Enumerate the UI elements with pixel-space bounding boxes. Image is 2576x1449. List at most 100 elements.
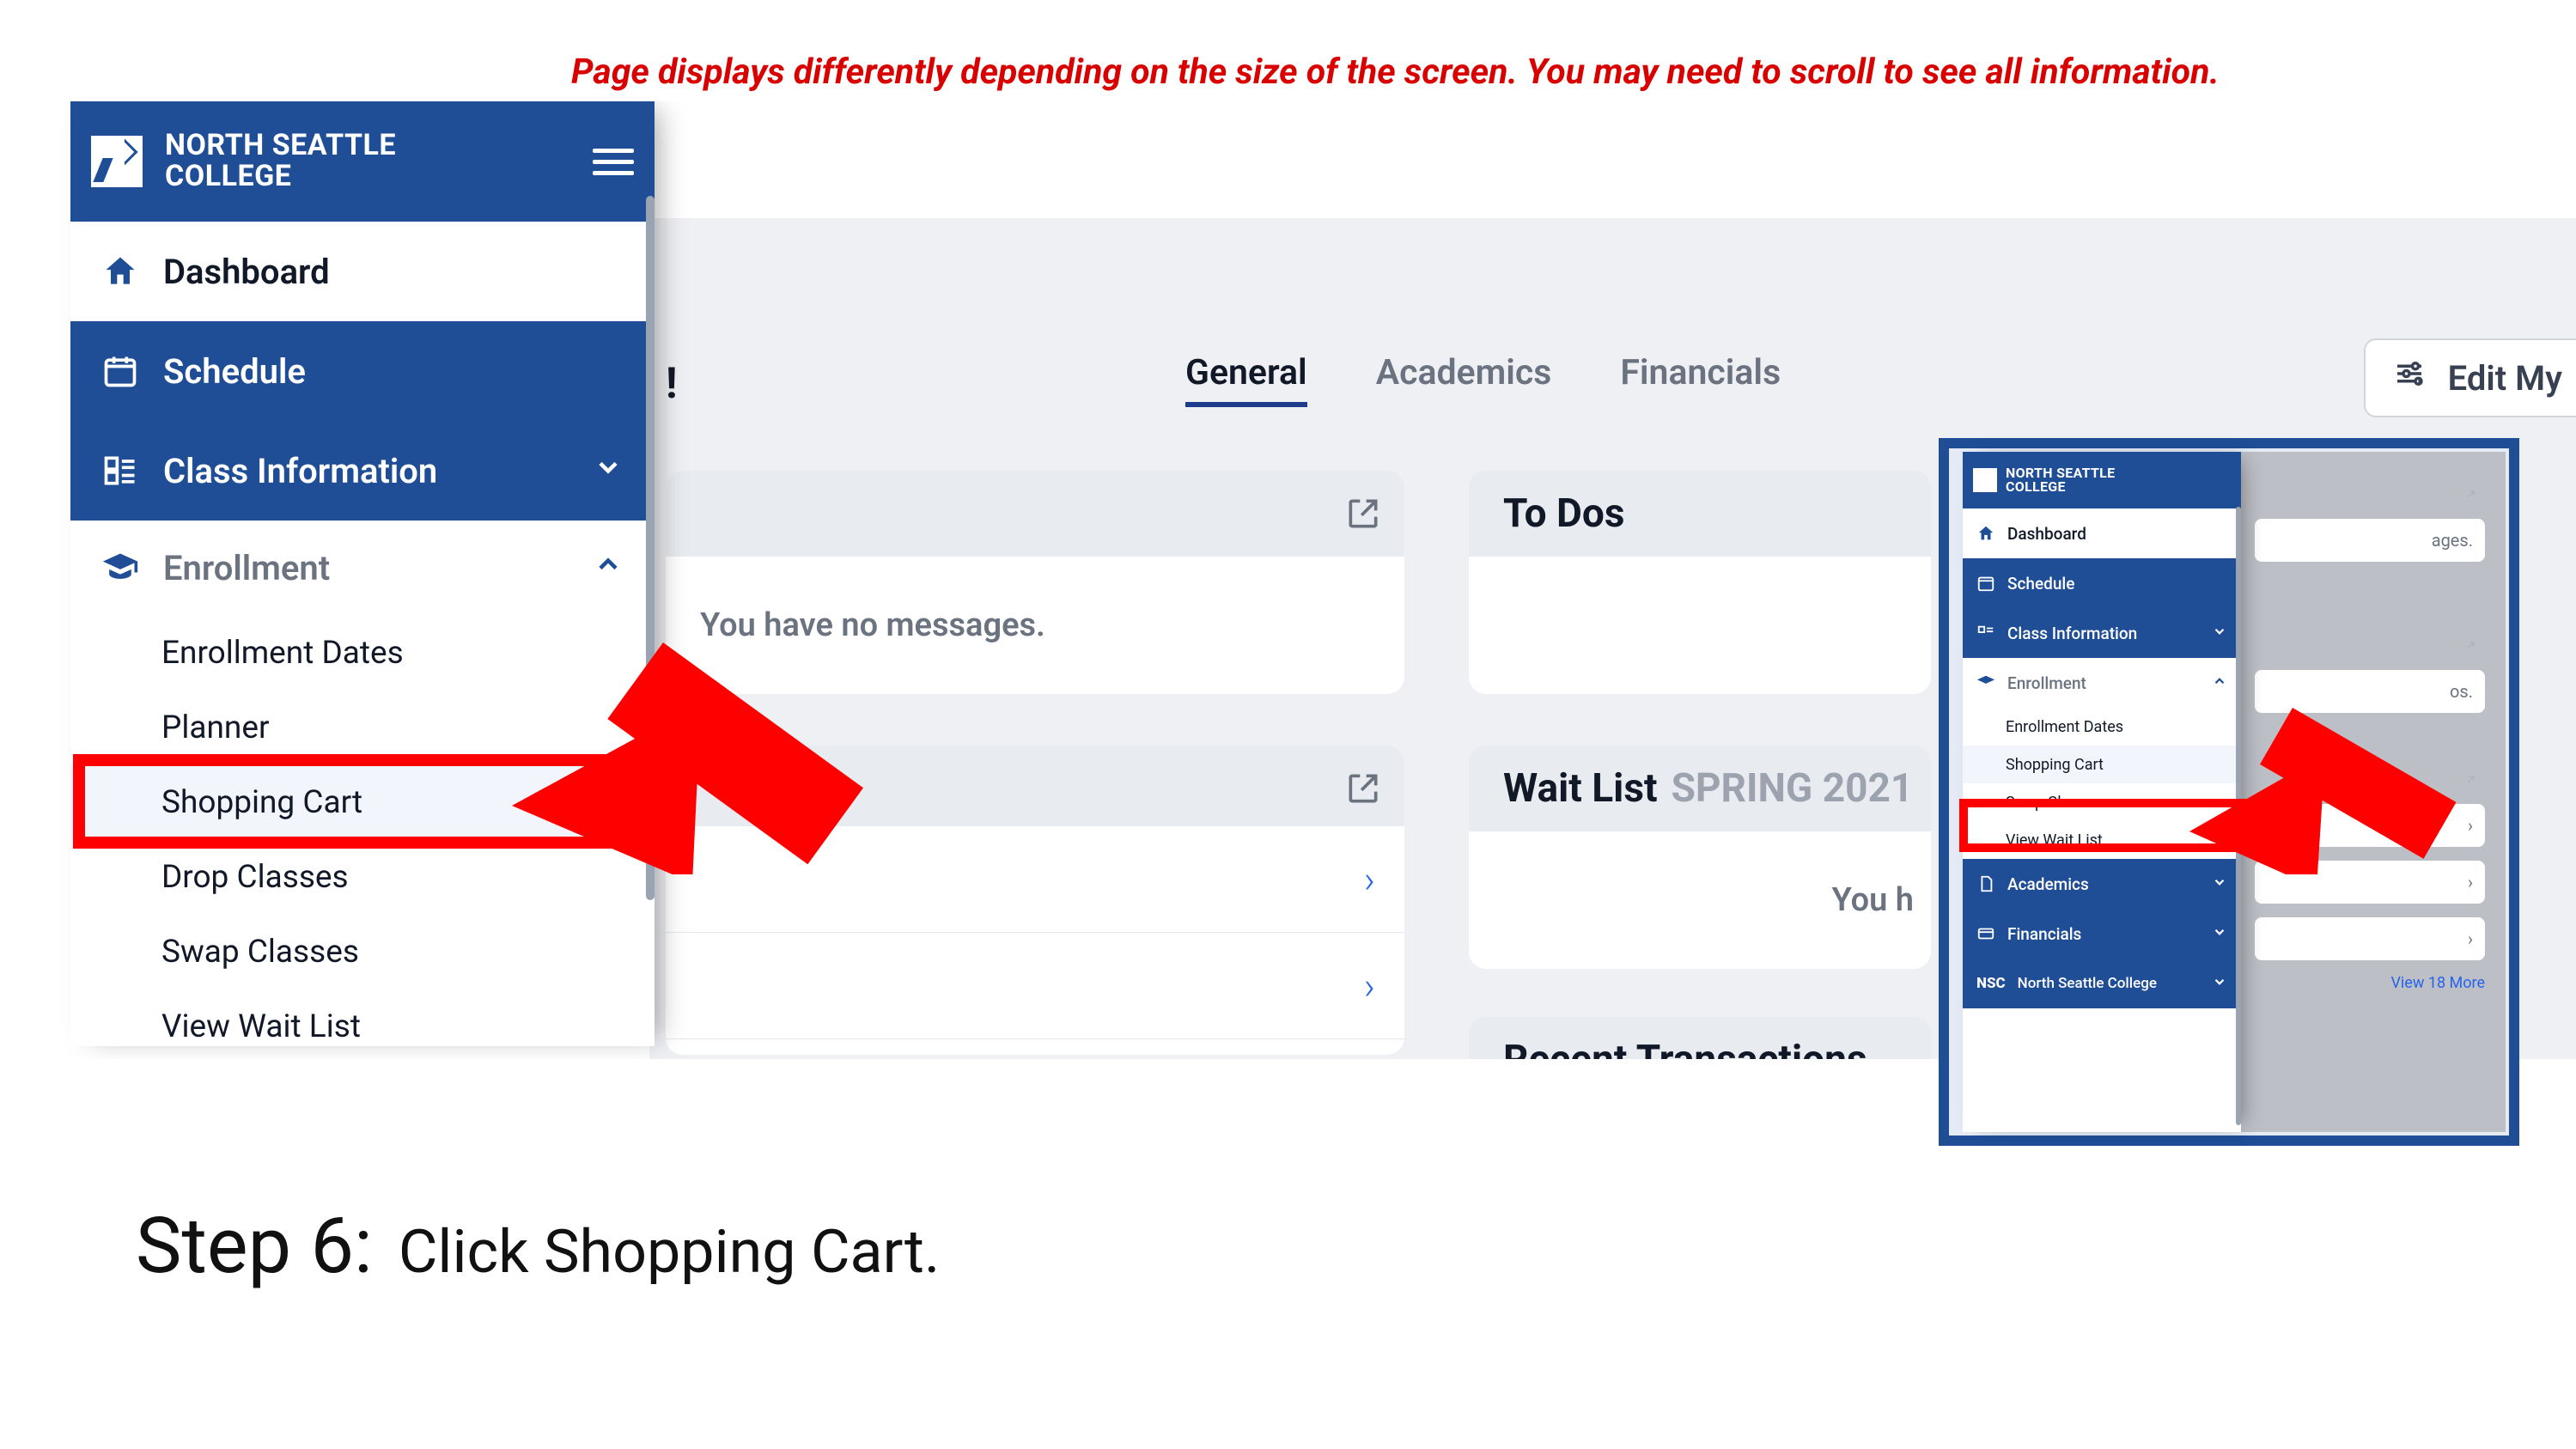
- brand-text: NORTH SEATTLE COLLEGE: [165, 131, 396, 192]
- sidebar-item-label: Academics: [2007, 874, 2089, 894]
- open-in-new-icon: [2461, 488, 2476, 508]
- sidebar-item-class-info[interactable]: Class Information: [70, 421, 655, 521]
- waitlist-card: Wait List SPRING 2021 You h: [1469, 746, 1931, 969]
- list-icon: [101, 452, 139, 490]
- sidebar-item-label: Schedule: [163, 351, 306, 392]
- campus-name: North Seattle College: [2018, 975, 2157, 992]
- calendar-icon: [1976, 574, 1995, 593]
- sidebar-sub-shopping-cart[interactable]: Shopping Cart: [1963, 746, 2241, 783]
- schedule-row[interactable]: ›: [666, 826, 1404, 933]
- open-in-new-icon: [2461, 773, 2476, 794]
- chevron-down-icon: [2212, 974, 2227, 994]
- college-logo-icon: [1973, 468, 1997, 492]
- recent-transactions-title: Recent Transactions: [1503, 1037, 1867, 1059]
- chevron-down-icon: [2212, 624, 2227, 643]
- sidebar-item-schedule[interactable]: Schedule: [70, 321, 655, 421]
- brand-header: NORTH SEATTLE COLLEGE: [1963, 452, 2241, 508]
- sidebar-item-label: Financials: [2007, 924, 2081, 944]
- graduation-cap-icon: [101, 549, 139, 587]
- sidebar-sub-enrollment-dates[interactable]: Enrollment Dates: [70, 615, 655, 690]
- sidebar: NORTH SEATTLE COLLEGE Dashboard: [70, 101, 655, 1046]
- sidebar-item-dashboard[interactable]: Dashboard: [70, 222, 655, 321]
- open-in-new-icon[interactable]: [1344, 495, 1382, 533]
- list-item[interactable]: ages.: [2255, 519, 2485, 562]
- chevron-up-icon: [593, 548, 624, 588]
- chevron-right-icon: ›: [2468, 815, 2473, 836]
- sidebar-item-class-info[interactable]: Class Information: [1963, 608, 2241, 658]
- schedule-row[interactable]: ›: [666, 933, 1404, 1039]
- sidebar-item-label: Class Information: [2007, 624, 2137, 643]
- text-fragment: ages.: [2432, 530, 2473, 551]
- todos-title: To Dos: [1503, 490, 1625, 537]
- document-icon: [1976, 874, 1995, 893]
- sidebar-item-financials[interactable]: Financials: [1963, 909, 2241, 959]
- chevron-right-icon: ›: [2468, 872, 2473, 892]
- list-item[interactable]: ›: [2255, 804, 2485, 847]
- list-item[interactable]: ›: [2255, 861, 2485, 904]
- greeting-fragment: !: [666, 359, 678, 409]
- college-logo-icon: [91, 136, 143, 187]
- scrollbar-thumb[interactable]: [646, 196, 655, 900]
- waitlist-title: Wait List: [1503, 765, 1658, 812]
- sidebar-item-enrollment[interactable]: Enrollment: [1963, 658, 2241, 708]
- sidebar-sub-shopping-cart[interactable]: Shopping Cart: [70, 764, 655, 839]
- step-caption: Step 6: Click Shopping Cart.: [136, 1201, 940, 1291]
- sidebar-sub-planner[interactable]: Planner: [70, 690, 655, 764]
- edit-my-label: Edit My: [2448, 358, 2562, 399]
- sidebar-item-label: Schedule: [2007, 574, 2074, 594]
- view-more-link[interactable]: View 18 More: [2255, 974, 2485, 992]
- tab-general[interactable]: General: [1185, 352, 1307, 407]
- campus-code: NSC: [1976, 975, 2006, 992]
- edit-my-button[interactable]: Edit My: [2364, 338, 2576, 417]
- chevron-down-icon: [2212, 874, 2227, 894]
- brand-text: NORTH SEATTLE COLLEGE: [2006, 466, 2115, 494]
- waitlist-term: SPRING 2021: [1672, 765, 1914, 812]
- sidebar-item-schedule[interactable]: Schedule: [1963, 558, 2241, 608]
- tab-academics[interactable]: Academics: [1376, 352, 1552, 407]
- scrollbar-thumb[interactable]: [2236, 507, 2241, 1125]
- scroll-note: Page displays differently depending on t…: [571, 52, 2220, 93]
- schedule-card: › ›: [666, 746, 1404, 1055]
- brand-header: NORTH SEATTLE COLLEGE: [70, 101, 655, 222]
- chevron-right-icon: ›: [2468, 928, 2473, 949]
- open-in-new-icon[interactable]: [1344, 770, 1382, 807]
- calendar-icon: [101, 352, 139, 390]
- sidebar-item-label: Dashboard: [163, 252, 330, 292]
- chevron-down-icon: [2212, 924, 2227, 944]
- home-icon: [101, 253, 139, 290]
- sidebar-item-dashboard[interactable]: Dashboard: [1963, 508, 2241, 558]
- sidebar-sub-view-waitlist[interactable]: View Wait List: [70, 989, 655, 1046]
- chevron-right-icon: ›: [1364, 857, 1375, 902]
- hamburger-icon[interactable]: [593, 142, 634, 182]
- home-icon: [1976, 524, 1995, 543]
- mobile-inset-screenshot: ages. os. › › › View 18 More NORTH SEATT: [1939, 438, 2519, 1146]
- campus-selector[interactable]: NSC North Seattle College: [1963, 959, 2241, 1008]
- list-item[interactable]: os.: [2255, 670, 2485, 713]
- workspace-tabs: General Academics Financials: [1185, 352, 1781, 407]
- chevron-right-icon: ›: [1364, 964, 1375, 1008]
- tab-financials[interactable]: Financials: [1620, 352, 1781, 407]
- sidebar-item-academics[interactable]: Academics: [1963, 859, 2241, 909]
- messages-card: You have no messages.: [666, 471, 1404, 694]
- credit-card-icon: [1976, 924, 1995, 943]
- step-number: Step 6:: [136, 1201, 373, 1291]
- graduation-cap-icon: [1976, 673, 1995, 692]
- sidebar-item-enrollment[interactable]: Enrollment: [70, 521, 655, 615]
- text-fragment: os.: [2450, 681, 2473, 702]
- sidebar-sub-swap-classes[interactable]: Swap Classes: [70, 914, 655, 989]
- sidebar-sub-enrollment-dates[interactable]: Enrollment Dates: [1963, 708, 2241, 746]
- messages-empty-text: You have no messages.: [700, 606, 1045, 644]
- chevron-down-icon: [593, 451, 624, 491]
- list-item[interactable]: ›: [2255, 917, 2485, 960]
- waitlist-text-fragment: You h: [1831, 881, 1914, 919]
- sidebar-mini: NORTH SEATTLE COLLEGE Dashboard Schedule: [1963, 452, 2241, 1132]
- sidebar-item-label: Enrollment: [2007, 673, 2086, 693]
- sidebar-sub-drop-classes[interactable]: Drop Classes: [70, 839, 655, 914]
- recent-transactions-card: Recent Transactions: [1469, 1017, 1931, 1059]
- step-description: Click Shopping Cart.: [399, 1217, 941, 1288]
- sidebar-item-label: Class Information: [163, 451, 437, 491]
- list-icon: [1976, 624, 1995, 642]
- sidebar-sub-swap-classes[interactable]: Swap Classes: [1963, 783, 2241, 821]
- sidebar-item-label: Dashboard: [2007, 524, 2086, 544]
- sidebar-sub-view-waitlist[interactable]: View Wait List: [1963, 821, 2241, 859]
